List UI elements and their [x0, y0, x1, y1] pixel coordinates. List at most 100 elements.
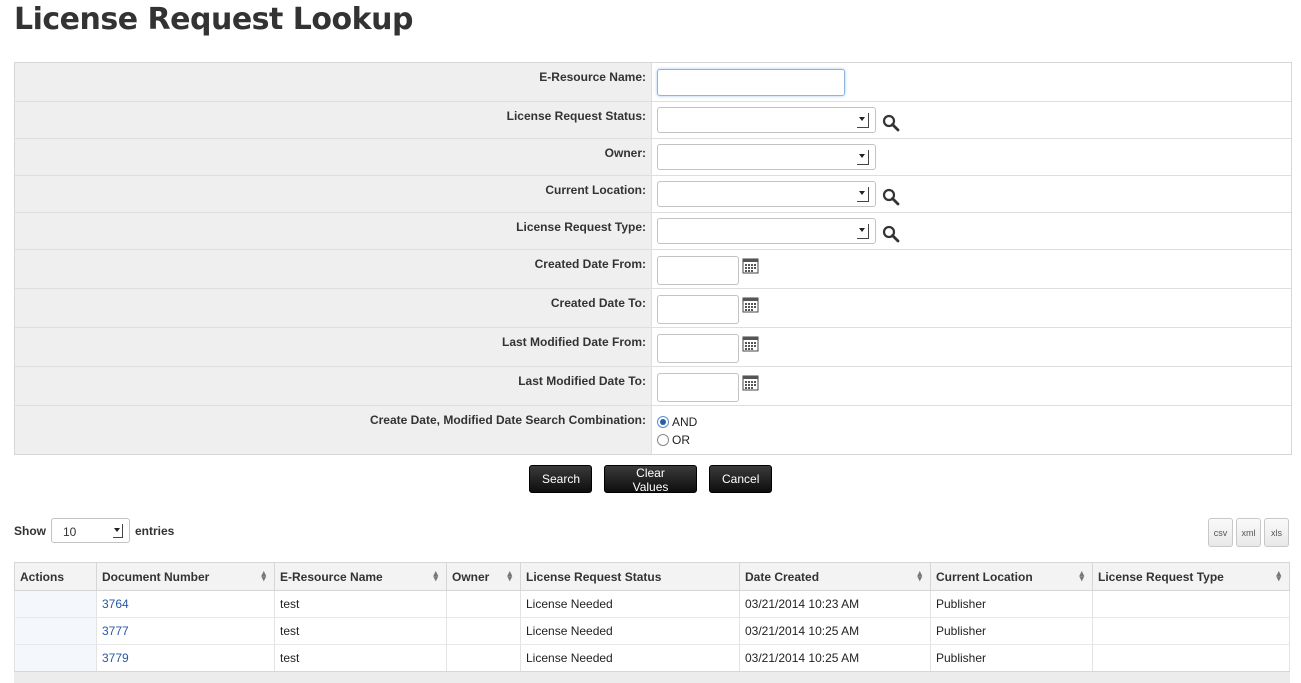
- chevron-down-icon: [857, 224, 869, 239]
- last-modified-date-from-input[interactable]: [657, 334, 739, 363]
- cell-current-location: Publisher: [930, 590, 1093, 618]
- search-button[interactable]: Search: [529, 465, 592, 493]
- sort-icon[interactable]: ▴ ▾: [917, 569, 922, 583]
- entries-control: Show 10 entries: [14, 518, 174, 543]
- column-header-current-location[interactable]: Current Location ▴ ▾: [930, 562, 1093, 591]
- results-table: Actions Document Number ▴ ▾ E-Resource Nam…: [14, 562, 1290, 672]
- export-csv-button[interactable]: csv: [1208, 518, 1233, 547]
- cell-type: [1092, 590, 1290, 618]
- magnifier-icon[interactable]: [882, 225, 900, 243]
- chevron-down-icon: [113, 524, 123, 538]
- column-header-license-request-status[interactable]: License Request Status: [520, 562, 740, 591]
- created-date-from-input[interactable]: [657, 256, 739, 285]
- chevron-down-icon: [857, 187, 869, 202]
- field-label: Current Location:: [15, 176, 652, 212]
- cell-type: [1092, 617, 1290, 645]
- license-request-type-select[interactable]: [657, 218, 876, 244]
- column-header-document-number[interactable]: Document Number ▴ ▾: [96, 562, 275, 591]
- sort-icon[interactable]: ▴ ▾: [261, 569, 266, 583]
- calendar-icon[interactable]: [742, 374, 759, 391]
- search-combination-radio-group: AND OR: [657, 406, 697, 449]
- cell-document-number: 3764: [96, 590, 275, 618]
- table-footer-bar: [14, 671, 1290, 683]
- document-number-link[interactable]: 3777: [102, 624, 129, 638]
- created-date-to-input[interactable]: [657, 295, 739, 324]
- document-number-link[interactable]: 3779: [102, 651, 129, 665]
- cell-date-created: 03/21/2014 10:25 AM: [739, 644, 931, 672]
- field-label: License Request Status:: [15, 102, 652, 138]
- export-xml-button[interactable]: xml: [1236, 518, 1261, 547]
- cancel-button[interactable]: Cancel: [709, 465, 772, 493]
- calendar-icon[interactable]: [742, 335, 759, 352]
- calendar-icon[interactable]: [742, 257, 759, 274]
- chevron-down-icon: [857, 113, 869, 128]
- chevron-down-icon: [857, 150, 869, 165]
- radio-option-and[interactable]: AND: [657, 413, 697, 431]
- field-label: Owner:: [15, 139, 652, 175]
- sort-icon[interactable]: ▴ ▾: [433, 569, 438, 583]
- last-modified-date-to-input[interactable]: [657, 373, 739, 402]
- sort-icon[interactable]: ▴ ▾: [1276, 569, 1281, 583]
- field-label: Created Date From:: [15, 250, 652, 288]
- cell-date-created: 03/21/2014 10:25 AM: [739, 617, 931, 645]
- cell-owner: [446, 644, 521, 672]
- column-header-owner[interactable]: Owner ▴ ▾: [446, 562, 521, 591]
- field-label: License Request Type:: [15, 213, 652, 249]
- cell-owner: [446, 617, 521, 645]
- radio-button-or[interactable]: [657, 434, 669, 446]
- cell-status: License Needed: [520, 644, 740, 672]
- cell-status: License Needed: [520, 590, 740, 618]
- cell-owner: [446, 590, 521, 618]
- field-row-owner: Owner:: [15, 138, 1291, 175]
- cell-actions: [14, 590, 97, 618]
- field-row-e-resource-name: E-Resource Name:: [15, 63, 1291, 101]
- document-number-link[interactable]: 3764: [102, 597, 129, 611]
- entries-label: entries: [135, 523, 175, 538]
- cell-actions: [14, 617, 97, 645]
- current-location-select[interactable]: [657, 181, 876, 207]
- field-row-created-date-from: Created Date From:: [15, 249, 1291, 288]
- magnifier-icon[interactable]: [882, 114, 900, 132]
- calendar-icon[interactable]: [742, 296, 759, 313]
- clear-values-button[interactable]: Clear Values: [604, 465, 697, 494]
- field-row-license-request-status: License Request Status:: [15, 101, 1291, 138]
- cell-date-created: 03/21/2014 10:23 AM: [739, 590, 931, 618]
- field-row-created-date-to: Created Date To:: [15, 288, 1291, 327]
- column-header-license-request-type[interactable]: License Request Type ▴ ▾: [1092, 562, 1290, 591]
- field-row-license-request-type: License Request Type:: [15, 212, 1291, 249]
- cell-current-location: Publisher: [930, 617, 1093, 645]
- table-row: 3779 test License Needed 03/21/2014 10:2…: [14, 644, 1290, 672]
- export-buttons: csv xml xls: [1208, 518, 1289, 547]
- radio-button-and[interactable]: [657, 416, 669, 428]
- field-row-last-modified-date-from: Last Modified Date From:: [15, 327, 1291, 366]
- cell-e-resource-name: test: [274, 644, 447, 672]
- cell-document-number: 3779: [96, 644, 275, 672]
- radio-option-or[interactable]: OR: [657, 431, 697, 449]
- column-header-e-resource-name[interactable]: E-Resource Name ▴ ▾: [274, 562, 447, 591]
- license-request-status-select[interactable]: [657, 107, 876, 133]
- cell-e-resource-name: test: [274, 617, 447, 645]
- cell-e-resource-name: test: [274, 590, 447, 618]
- sort-icon[interactable]: ▴ ▾: [507, 569, 512, 583]
- field-label: Last Modified Date To:: [15, 367, 652, 405]
- radio-label: AND: [672, 415, 698, 429]
- show-label: Show: [14, 523, 46, 538]
- owner-select[interactable]: [657, 144, 876, 170]
- entries-select[interactable]: 10: [51, 518, 130, 543]
- sort-icon[interactable]: ▴ ▾: [1079, 569, 1084, 583]
- magnifier-icon[interactable]: [882, 188, 900, 206]
- export-xls-button[interactable]: xls: [1264, 518, 1289, 547]
- field-label: Create Date, Modified Date Search Combin…: [15, 406, 652, 454]
- table-row: 3764 test License Needed 03/21/2014 10:2…: [14, 590, 1290, 618]
- cell-status: License Needed: [520, 617, 740, 645]
- table-header-row: Actions Document Number ▴ ▾ E-Resource Nam…: [14, 562, 1290, 591]
- cell-current-location: Publisher: [930, 644, 1093, 672]
- e-resource-name-input[interactable]: [657, 69, 845, 96]
- field-label: Created Date To:: [15, 289, 652, 327]
- table-row: 3777 test License Needed 03/21/2014 10:2…: [14, 617, 1290, 645]
- field-label: Last Modified Date From:: [15, 328, 652, 366]
- cell-type: [1092, 644, 1290, 672]
- field-row-search-combination: Create Date, Modified Date Search Combin…: [15, 405, 1291, 454]
- column-header-date-created[interactable]: Date Created ▴ ▾: [739, 562, 931, 591]
- column-header-actions: Actions: [14, 562, 97, 591]
